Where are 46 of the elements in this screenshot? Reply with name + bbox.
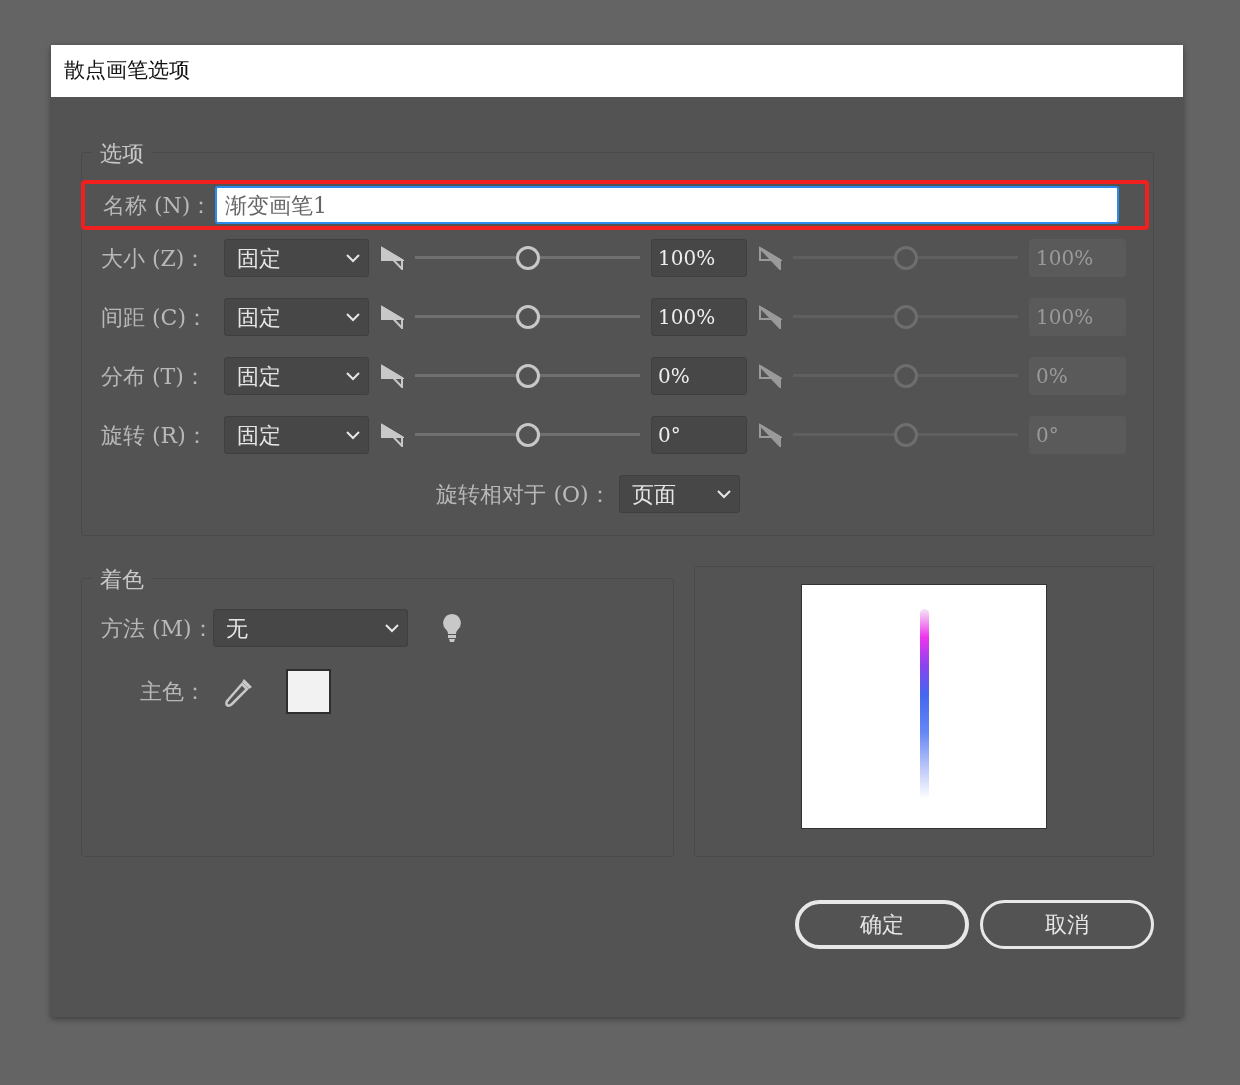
slider-thumb[interactable] — [515, 305, 540, 329]
minimum-link-icon[interactable] — [380, 305, 404, 330]
field-label: 大小 (Z)： — [101, 244, 208, 273]
minimum-link-icon[interactable] — [380, 246, 404, 271]
slider-thumb[interactable] — [515, 423, 540, 447]
maximum-link-icon[interactable] — [758, 423, 782, 448]
slider-thumb[interactable] — [515, 364, 540, 388]
cancel-button[interactable]: 取消 — [980, 900, 1154, 949]
value-field[interactable]: 0% — [651, 357, 747, 395]
chevron-down-icon — [346, 253, 360, 263]
chevron-down-icon — [346, 312, 360, 322]
value-field: 100% — [1029, 239, 1126, 277]
dialog-title: 散点画笔选项 — [51, 45, 1183, 97]
field-label: 主色： — [139, 678, 206, 706]
value-field[interactable]: 100% — [651, 239, 747, 277]
chevron-down-icon — [346, 430, 360, 440]
chevron-down-icon — [716, 489, 731, 499]
value-field: 100% — [1029, 298, 1126, 336]
dropdown[interactable]: 固定 — [224, 357, 369, 395]
maximum-link-icon[interactable] — [758, 246, 782, 271]
chevron-down-icon — [346, 371, 360, 381]
dropdown[interactable]: 固定 — [224, 416, 369, 454]
dropdown[interactable]: 无 — [213, 609, 408, 647]
ok-button[interactable]: 确定 — [795, 900, 969, 949]
maximum-link-icon[interactable] — [758, 305, 782, 330]
value-field[interactable]: 0° — [651, 416, 747, 454]
color-swatch[interactable] — [286, 669, 331, 714]
value-field[interactable]: 100% — [651, 298, 747, 336]
value-field: 0% — [1029, 357, 1126, 395]
dropdown[interactable]: 固定 — [224, 239, 369, 277]
field-label: 间距 (C)： — [101, 303, 209, 332]
minimum-link-icon[interactable] — [380, 423, 404, 448]
name-field[interactable]: 渐变画笔1 — [215, 186, 1119, 224]
lightbulb-icon[interactable] — [442, 613, 462, 643]
field-label: 名称 (N)： — [103, 191, 214, 220]
slider-thumb[interactable] — [515, 246, 540, 270]
field-label: 方法 (M)： — [101, 614, 213, 643]
field-label: 旋转 (R)： — [101, 421, 209, 450]
value-field: 0° — [1029, 416, 1126, 454]
field-label: 分布 (T)： — [101, 362, 207, 391]
chevron-down-icon — [385, 623, 399, 633]
maximum-link-icon[interactable] — [758, 364, 782, 389]
minimum-link-icon[interactable] — [380, 364, 404, 389]
dropdown[interactable]: 固定 — [224, 298, 369, 336]
dropdown[interactable]: 页面 — [618, 475, 740, 513]
field-label: 旋转相对于 (O)： — [436, 480, 611, 509]
